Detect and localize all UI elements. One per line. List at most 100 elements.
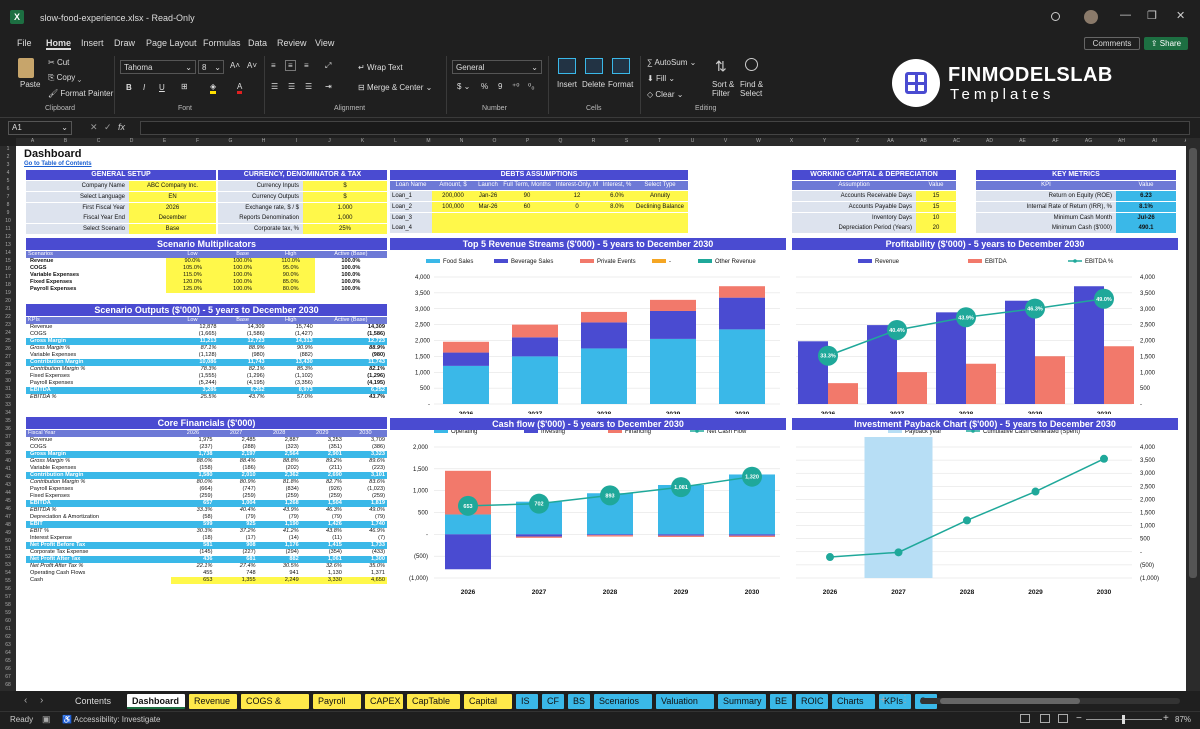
debts-cell[interactable]: Declining Balance: [632, 201, 688, 212]
row-header[interactable]: 54: [0, 570, 16, 576]
row-header[interactable]: 2: [0, 154, 16, 160]
wc-value[interactable]: 15: [916, 191, 956, 201]
accessibility-status[interactable]: ♿ Accessibility: Investigate: [62, 715, 160, 724]
italic-button[interactable]: I: [143, 83, 145, 92]
autosum-button[interactable]: ∑ AutoSum ⌄: [647, 58, 696, 67]
formula-input[interactable]: [140, 121, 1190, 135]
cut-button[interactable]: ✂ Cut: [48, 58, 69, 67]
zoom-level[interactable]: 87%: [1175, 715, 1191, 724]
toc-link[interactable]: Go to Table of Contents: [24, 161, 92, 167]
menu-tab-home[interactable]: Home: [46, 38, 72, 50]
row-header[interactable]: 26: [0, 346, 16, 352]
row-header[interactable]: 38: [0, 442, 16, 448]
debts-cell[interactable]: [502, 212, 552, 223]
column-header[interactable]: L: [379, 138, 412, 144]
row-header[interactable]: 20: [0, 298, 16, 304]
column-header[interactable]: M: [412, 138, 445, 144]
row-header[interactable]: 61: [0, 626, 16, 632]
general-value[interactable]: December: [129, 213, 216, 224]
fill-button[interactable]: ⬇ Fill ⌄: [647, 74, 675, 83]
column-header[interactable]: AF: [1039, 138, 1072, 144]
minimize-button[interactable]: —: [1120, 9, 1131, 21]
clear-button[interactable]: ◇ Clear ⌄: [647, 90, 683, 99]
column-header[interactable]: J: [313, 138, 346, 144]
cancel-formula-icon[interactable]: ✕: [90, 122, 98, 133]
row-header[interactable]: 32: [0, 394, 16, 400]
insert-function-icon[interactable]: fx: [118, 122, 125, 132]
add-sheet-icon[interactable]: +: [880, 694, 886, 706]
row-header[interactable]: 31: [0, 386, 16, 392]
decrease-decimal-icon[interactable]: ⁰₀: [528, 82, 535, 91]
currency-value[interactable]: $: [303, 181, 387, 191]
debts-cell[interactable]: 60: [502, 201, 552, 212]
row-header[interactable]: 21: [0, 306, 16, 312]
font-size-select[interactable]: 8 ⌄: [198, 60, 224, 74]
row-header[interactable]: 3: [0, 162, 16, 168]
row-header[interactable]: 44: [0, 490, 16, 496]
copy-button[interactable]: ⎘ Copy ⌄: [48, 73, 81, 83]
row-header[interactable]: 14: [0, 250, 16, 256]
debts-cell[interactable]: [474, 212, 502, 223]
general-value[interactable]: ABC Company Inc.: [129, 181, 216, 191]
column-header[interactable]: K: [346, 138, 379, 144]
column-header[interactable]: I: [280, 138, 313, 144]
font-color-icon[interactable]: A: [237, 82, 243, 94]
sheet-tab-payroll[interactable]: Payroll: [313, 694, 361, 709]
menu-tab-formulas[interactable]: Formulas: [203, 38, 241, 48]
wc-value[interactable]: 20: [916, 223, 956, 234]
row-header[interactable]: 41: [0, 466, 16, 472]
percent-icon[interactable]: %: [481, 82, 488, 91]
row-header[interactable]: 63: [0, 642, 16, 648]
sheet-tab-roic[interactable]: ROIC: [796, 694, 828, 709]
debts-cell[interactable]: 0: [552, 201, 602, 212]
sheet-tab-cf[interactable]: CF: [542, 694, 564, 709]
column-header[interactable]: X: [775, 138, 808, 144]
share-button[interactable]: ⇪ Share: [1144, 37, 1188, 50]
row-header[interactable]: 19: [0, 290, 16, 296]
sheet-tab-is[interactable]: IS: [516, 694, 538, 709]
insert-button[interactable]: Insert: [557, 80, 577, 89]
row-header[interactable]: 6: [0, 186, 16, 192]
restore-button[interactable]: ❐: [1147, 9, 1157, 22]
debts-cell[interactable]: Mar-26: [474, 201, 502, 212]
column-header[interactable]: AI: [1138, 138, 1171, 144]
number-format-select[interactable]: General ⌄: [452, 60, 542, 74]
row-header[interactable]: 7: [0, 194, 16, 200]
row-header[interactable]: 37: [0, 434, 16, 440]
sheet-tab-revenue[interactable]: Revenue: [189, 694, 237, 709]
menu-tab-draw[interactable]: Draw: [114, 38, 135, 48]
merge-center-button[interactable]: ⊟ Merge & Center ⌄: [358, 83, 432, 92]
sheet-tab-scenarios[interactable]: Scenarios: [594, 694, 652, 709]
row-header[interactable]: 53: [0, 562, 16, 568]
avatar[interactable]: [1084, 10, 1098, 24]
vertical-scrollbar[interactable]: [1186, 138, 1200, 691]
row-header[interactable]: 42: [0, 474, 16, 480]
sheet-tab-cogs-opex[interactable]: COGS & OPEX: [241, 694, 309, 721]
prev-sheet-icon[interactable]: ‹: [24, 695, 27, 706]
debts-cell[interactable]: [632, 212, 688, 223]
menu-tab-file[interactable]: File: [17, 38, 32, 48]
row-header[interactable]: 64: [0, 650, 16, 656]
confirm-formula-icon[interactable]: ✓: [104, 122, 112, 133]
column-header[interactable]: T: [643, 138, 676, 144]
general-value[interactable]: EN: [129, 191, 216, 202]
page-break-icon[interactable]: [1058, 714, 1068, 723]
normal-view-icon[interactable]: [1020, 714, 1030, 723]
sheet-tab-charts[interactable]: Charts: [832, 694, 875, 709]
row-header[interactable]: 39: [0, 450, 16, 456]
debts-cell[interactable]: 8.0%: [602, 201, 632, 212]
column-header[interactable]: P: [511, 138, 544, 144]
sheet-tab-contents[interactable]: Contents: [70, 694, 123, 709]
format-painter-button[interactable]: 🖌 Format Painter: [48, 89, 113, 98]
column-header[interactable]: AD: [973, 138, 1006, 144]
bold-button[interactable]: B: [126, 83, 132, 92]
font-name-select[interactable]: Tahoma ⌄: [120, 60, 196, 74]
debts-cell[interactable]: [432, 223, 474, 234]
close-button[interactable]: ✕: [1176, 9, 1185, 22]
row-header[interactable]: 67: [0, 674, 16, 680]
column-header[interactable]: AE: [1006, 138, 1039, 144]
column-header[interactable]: Y: [808, 138, 841, 144]
horizontal-scrollbar[interactable]: [920, 698, 1180, 704]
debts-cell[interactable]: 12: [552, 191, 602, 201]
comma-icon[interactable]: 9: [498, 82, 502, 91]
